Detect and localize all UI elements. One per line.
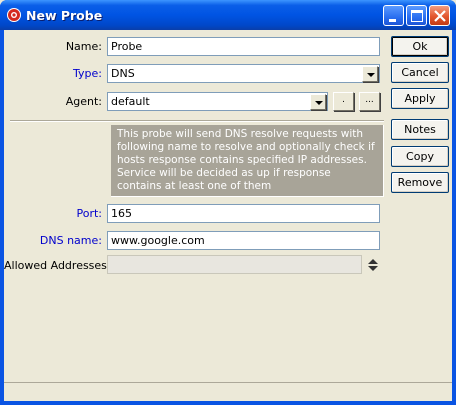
notes-button[interactable]: Notes — [391, 119, 449, 140]
copy-button[interactable]: Copy — [391, 146, 449, 167]
separator — [10, 120, 384, 122]
maximize-button[interactable] — [406, 5, 427, 26]
type-dropdown-arrow[interactable] — [362, 66, 378, 82]
close-icon — [434, 10, 446, 22]
type-select-value: DNS — [111, 67, 135, 80]
agent-select[interactable]: default — [107, 92, 328, 111]
type-select[interactable]: DNS — [107, 64, 380, 83]
type-label: Type: — [73, 67, 102, 80]
agent-small-button[interactable]: . — [333, 92, 354, 111]
maximize-icon — [411, 10, 423, 22]
new-probe-window: New Probe Name: Probe Type: DNS Agent: d… — [0, 0, 456, 405]
allowed-addresses-input[interactable] — [107, 255, 362, 274]
cancel-button[interactable]: Cancel — [391, 62, 449, 83]
minimize-icon — [389, 19, 396, 22]
dns-name-input[interactable]: www.google.com — [107, 231, 380, 250]
port-label: Port: — [76, 207, 102, 220]
status-bar — [4, 382, 452, 401]
minimize-button[interactable] — [383, 5, 404, 26]
probe-app-icon — [7, 8, 21, 22]
name-input[interactable]: Probe — [107, 37, 380, 56]
allowed-addresses-label: Allowed Addresses: — [4, 259, 111, 272]
name-label: Name: — [65, 40, 102, 53]
title-bar[interactable]: New Probe — [0, 0, 456, 30]
window-title: New Probe — [26, 8, 103, 23]
agent-browse-button[interactable]: ... — [359, 92, 380, 111]
apply-button[interactable]: Apply — [391, 88, 449, 109]
agent-label: Agent: — [65, 95, 102, 108]
agent-dropdown-arrow[interactable] — [310, 94, 326, 110]
ok-button[interactable]: Ok — [391, 36, 449, 57]
probe-description: This probe will send DNS resolve request… — [111, 125, 384, 197]
remove-button[interactable]: Remove — [391, 172, 449, 193]
agent-select-value: default — [111, 95, 150, 108]
dns-name-label: DNS name: — [39, 234, 102, 247]
port-input[interactable]: 165 — [107, 204, 380, 223]
dialog-body: Name: Probe Type: DNS Agent: default . .… — [4, 30, 452, 401]
up-down-arrows-icon[interactable] — [367, 258, 379, 272]
close-button[interactable] — [429, 5, 450, 26]
